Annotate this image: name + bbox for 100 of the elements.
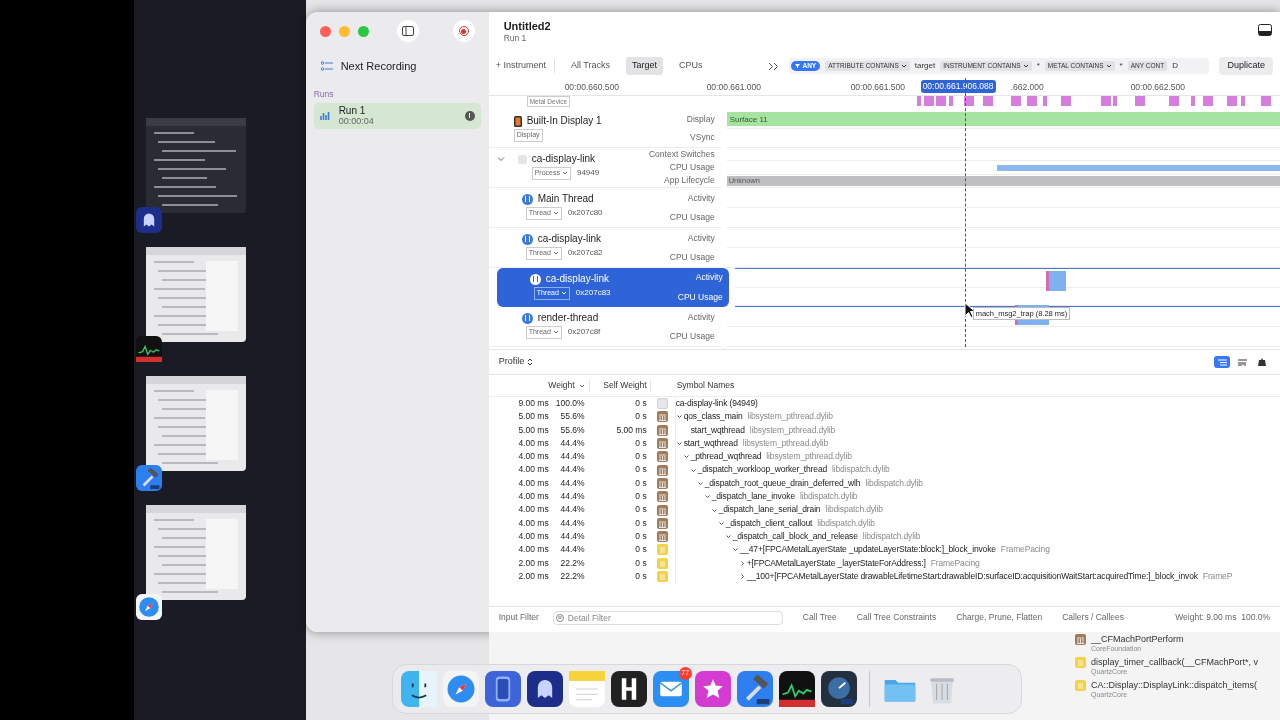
self-weight-cell-text: 0 s <box>634 529 647 543</box>
disclosure-icon[interactable] <box>732 547 738 553</box>
ghost-icon[interactable] <box>526 671 563 707</box>
self-weight-cell-text: 0 s <box>634 569 647 583</box>
symbol-name: _dispatch_call_block_and_release <box>732 529 858 543</box>
scope-tab[interactable]: CPUs <box>672 57 709 75</box>
weight-cell-text: 4.00 ms <box>517 503 549 517</box>
up-down-chevron-icon <box>527 358 534 366</box>
self-weight-cell-text: 0 s <box>634 436 647 450</box>
disclosure-icon[interactable] <box>739 560 745 566</box>
profile-mode-popup[interactable]: Profile <box>498 355 534 369</box>
symbol-name: _dispatch_lane_serial_drain <box>718 503 821 517</box>
letter-app-icon[interactable] <box>610 671 647 707</box>
library-icon <box>657 504 669 516</box>
input-filter-button[interactable]: Input Filter <box>498 611 539 624</box>
percent-cell-text: 44.4% <box>559 543 585 557</box>
weight-cell-text: 2.00 ms <box>517 569 549 583</box>
chevron-down-icon <box>1022 64 1029 68</box>
panel-icon <box>1258 24 1272 36</box>
thread-icon <box>521 312 533 324</box>
filter-value: * <box>1119 60 1123 72</box>
disclosure-icon[interactable] <box>676 441 682 447</box>
percent-cell-text: 22.2% <box>559 556 585 570</box>
symbol-name: _pthread_wqthread <box>690 450 762 464</box>
disclosure-icon[interactable] <box>690 467 696 473</box>
simulator-icon[interactable] <box>484 671 521 707</box>
symbol-name: _dispatch_client_callout <box>725 516 813 530</box>
flame-graph-icon <box>1237 358 1247 366</box>
lane-label: CPU Usage <box>669 211 715 224</box>
self-weight-cell-text: 0 s <box>634 397 647 410</box>
run-item[interactable]: Run 1 00:00:04 <box>313 102 481 129</box>
library-name: FramePacing <box>930 556 980 570</box>
self-weight-cell-text: 0 s <box>634 490 647 504</box>
self-weight-cell-text: 5.00 ms <box>615 423 647 437</box>
disclosure-icon[interactable] <box>676 414 682 420</box>
close-button[interactable] <box>319 25 331 37</box>
percent-cell-text: 44.4% <box>559 503 585 517</box>
scope-tab[interactable]: All Tracks <box>564 57 616 75</box>
symbol-name: start_wqthread <box>683 436 738 450</box>
weight-cell-text: 4.00 ms <box>517 476 549 490</box>
library-icon <box>657 531 669 543</box>
weight-cell-text: 5.00 ms <box>517 423 549 437</box>
scope-tab[interactable]: Target <box>625 57 663 75</box>
mail-icon[interactable] <box>652 671 689 707</box>
disclosure-icon[interactable] <box>739 574 745 579</box>
sidebar-toggle-button[interactable] <box>396 20 419 42</box>
library-name: libsystem_pthread.dylib <box>747 410 833 424</box>
weight-cell-text: 4.00 ms <box>517 529 549 543</box>
ruler-tick: .662.000 <box>1010 81 1044 94</box>
record-button[interactable] <box>452 20 475 42</box>
lane-label: Activity <box>687 192 715 205</box>
disclosure-icon[interactable] <box>683 454 689 460</box>
symbol-name: +[FPCAMetalLayerState _layerStateForAddress:] <box>746 556 926 570</box>
detail-filter-field[interactable]: Detail Filter <box>552 610 783 625</box>
xcode-icon[interactable] <box>736 671 773 707</box>
activity-icon[interactable] <box>778 671 815 707</box>
chevron-icon[interactable] <box>768 61 780 71</box>
lane-label: Activity <box>695 271 723 284</box>
finder-icon[interactable] <box>400 671 437 707</box>
lane-label: Activity <box>687 311 715 324</box>
track-name: ca-display-link <box>537 233 601 245</box>
chevron-down-icon <box>561 171 568 176</box>
pointer-icon <box>963 302 976 318</box>
disclosure-icon[interactable] <box>718 520 724 526</box>
symbol-name: __47+[FPCAMetalLayerState _updateLayerState:block:]_block_invoke <box>739 543 996 557</box>
percent-cell-text: 44.4% <box>559 463 585 477</box>
safari-icon[interactable] <box>136 594 163 620</box>
disclosure-icon[interactable] <box>704 494 710 500</box>
library-name: libdispatch.dylib <box>865 476 923 490</box>
disclosure-icon[interactable] <box>725 534 731 540</box>
disclosure-icon[interactable] <box>711 507 717 513</box>
filter-icon <box>555 613 564 622</box>
column-header[interactable]: Symbol Names <box>676 379 735 392</box>
duplicate-button[interactable]: Duplicate <box>1219 57 1273 75</box>
tool-button[interactable]: Call Tree Constraints <box>856 611 937 624</box>
thread-icon <box>521 193 533 205</box>
info-icon[interactable] <box>464 110 475 121</box>
disclosure-icon[interactable] <box>697 480 703 486</box>
ruler-tick: 00:00.661.000 <box>706 81 761 94</box>
panel-toggle-button[interactable] <box>1256 22 1274 38</box>
chevron-down-icon <box>900 64 907 68</box>
window-subtitle: Run 1 <box>503 32 528 44</box>
column-header[interactable]: Weight <box>488 379 585 392</box>
process-icon <box>517 154 527 164</box>
instruments-icon[interactable] <box>820 671 857 707</box>
lane-label: CPU Usage <box>669 330 715 343</box>
self-weight-cell-text: 0 s <box>634 543 647 557</box>
sidebar-icon <box>401 26 414 36</box>
ghost-icon[interactable] <box>136 207 163 233</box>
add-instrument-button[interactable]: + Instrument <box>495 59 555 73</box>
weight-cell-text: 2.00 ms <box>517 556 549 570</box>
view-toggle[interactable] <box>1214 356 1230 368</box>
activity-icon[interactable] <box>136 336 163 362</box>
cursor-time: 00:00.661.906.088 <box>920 80 996 93</box>
tool-button[interactable]: Charge, Prune, Flatten <box>956 611 1043 624</box>
xcode-icon[interactable] <box>136 465 163 491</box>
next-recording-item[interactable]: Next Recording <box>305 54 489 78</box>
tool-button[interactable]: Call Tree <box>802 611 837 624</box>
tool-button[interactable]: Callers / Callees <box>1062 611 1125 624</box>
column-header[interactable]: Self Weight <box>588 379 651 392</box>
